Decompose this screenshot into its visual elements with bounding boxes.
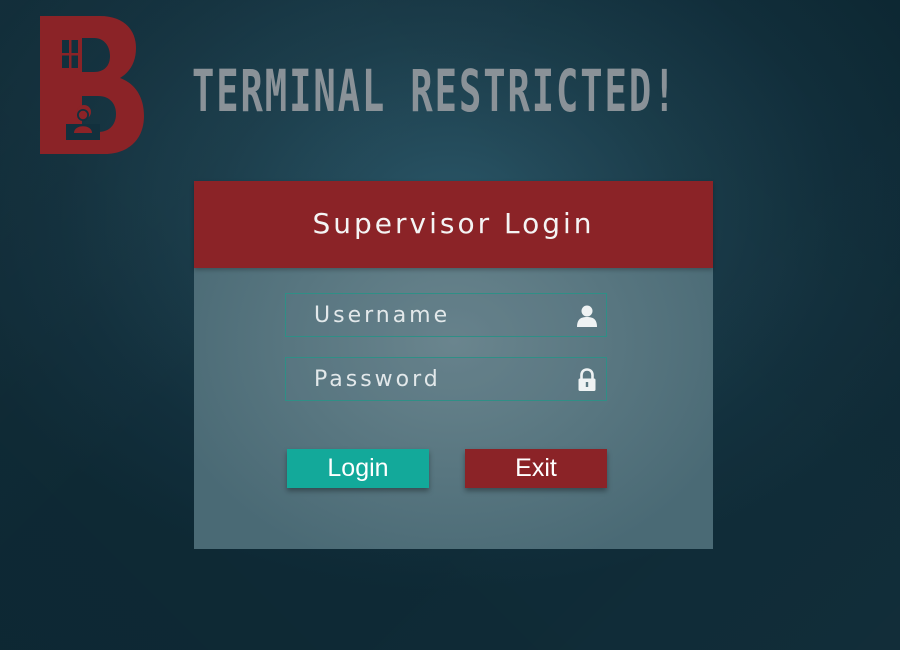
login-panel-header: Supervisor Login (194, 181, 713, 268)
password-field[interactable] (285, 357, 607, 401)
login-panel: Supervisor Login Login Exit (194, 181, 713, 549)
login-button[interactable]: Login (287, 449, 429, 488)
padlock-icon (578, 368, 596, 391)
page-headline: TERMINAL RESTRICTED! (192, 57, 678, 125)
password-input[interactable] (286, 358, 566, 400)
user-icon (577, 305, 597, 327)
exit-button[interactable]: Exit (465, 449, 607, 488)
username-input[interactable] (286, 294, 566, 336)
username-field[interactable] (285, 293, 607, 337)
brand-logo (40, 16, 144, 154)
login-title: Supervisor Login (312, 207, 595, 240)
